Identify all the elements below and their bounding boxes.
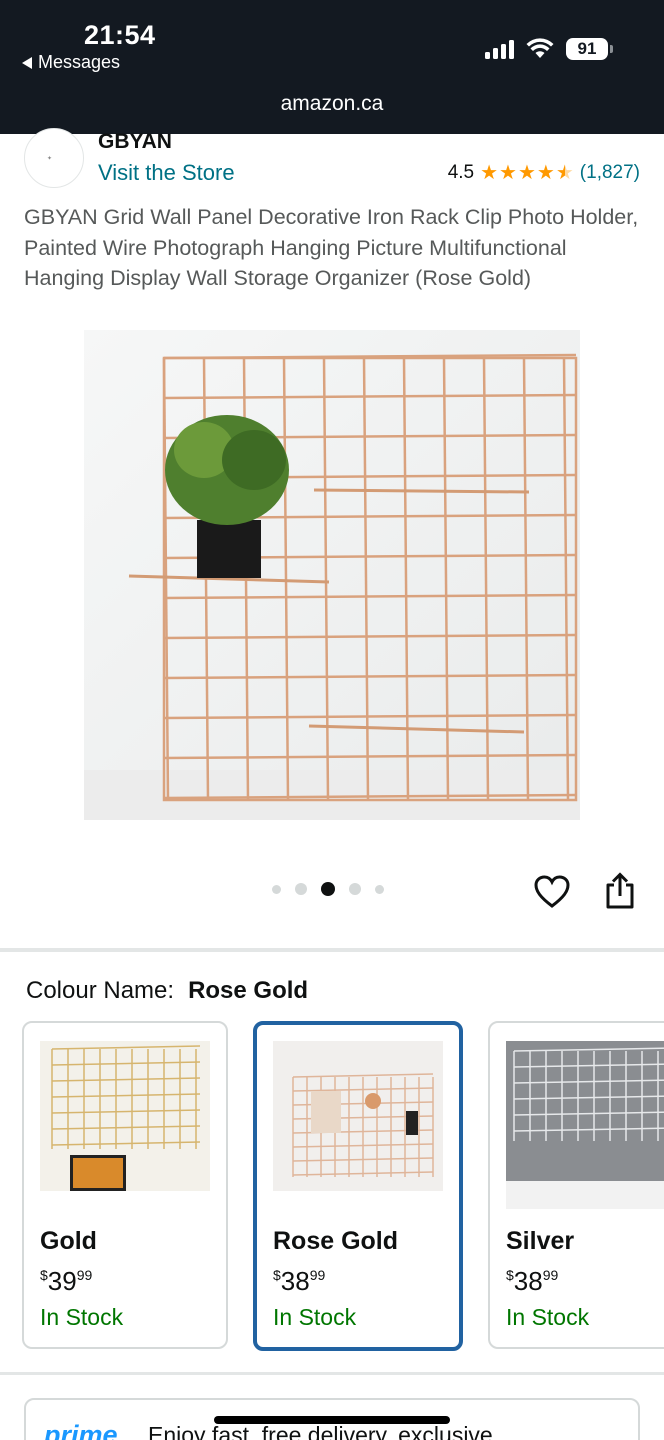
colour-swatch-silver[interactable]: Silver $3899 In Stock bbox=[488, 1021, 664, 1349]
swatch-image bbox=[40, 1041, 210, 1209]
star-rating: ★ ★ ★ ★ ★ bbox=[480, 163, 574, 183]
back-to-messages[interactable]: Messages bbox=[22, 52, 120, 73]
brand-name: GBYAN bbox=[98, 130, 172, 153]
back-triangle-icon bbox=[22, 56, 32, 69]
swatch-stock: In Stock bbox=[40, 1304, 124, 1330]
pager-dot-active[interactable] bbox=[321, 882, 335, 896]
image-pager[interactable] bbox=[272, 882, 384, 896]
swatch-name: Gold bbox=[40, 1227, 97, 1255]
product-title: GBYAN Grid Wall Panel Decorative Iron Ra… bbox=[24, 205, 639, 290]
section-divider bbox=[0, 1372, 664, 1375]
back-label: Messages bbox=[38, 52, 121, 72]
swatch-price: $3999 bbox=[40, 1266, 93, 1296]
url-bar[interactable]: amazon.ca bbox=[0, 92, 664, 116]
swatch-price: $3899 bbox=[506, 1266, 559, 1296]
swatch-name: Silver bbox=[506, 1227, 575, 1255]
swatch-image bbox=[506, 1041, 664, 1209]
rating-value: 4.5 bbox=[447, 162, 475, 183]
pager-dot[interactable] bbox=[295, 883, 307, 895]
heart-icon[interactable] bbox=[534, 874, 570, 910]
share-icon[interactable] bbox=[604, 872, 636, 910]
star-icon: ★ bbox=[517, 162, 536, 184]
star-icon: ★ bbox=[480, 162, 499, 184]
section-divider bbox=[0, 948, 664, 952]
star-icon: ★ bbox=[499, 162, 517, 184]
signal-icon bbox=[485, 39, 514, 59]
colour-swatch-gold[interactable]: Gold $3999 In Stock bbox=[22, 1021, 228, 1349]
swatch-stock: In Stock bbox=[506, 1304, 590, 1330]
colour-name-label: Colour Name: bbox=[26, 977, 175, 1004]
rating-summary[interactable]: 4.5 ★ ★ ★ ★ ★ (1,827) bbox=[448, 162, 640, 184]
swatch-name: Rose Gold bbox=[273, 1227, 399, 1255]
clock: 21:54 bbox=[84, 20, 156, 50]
product-image[interactable] bbox=[84, 330, 580, 820]
rating-count: (1,827) bbox=[579, 162, 640, 183]
swatch-price: $3899 bbox=[273, 1266, 326, 1296]
star-icon: ★ bbox=[536, 162, 555, 184]
home-indicator[interactable] bbox=[214, 1416, 450, 1424]
swatch-image bbox=[273, 1041, 443, 1209]
colour-swatch-rose-gold[interactable]: Rose Gold $3899 In Stock bbox=[253, 1021, 463, 1351]
swatch-stock: In Stock bbox=[273, 1304, 357, 1330]
battery-icon: 91 bbox=[566, 38, 613, 60]
half-star-icon: ★ bbox=[555, 162, 574, 184]
store-logo[interactable]: ✦ bbox=[24, 128, 84, 188]
pager-dot[interactable] bbox=[272, 884, 281, 894]
status-icons: 91 bbox=[485, 38, 613, 60]
prime-text: Enjoy fast, free delivery, exclusive bbox=[148, 1422, 493, 1440]
prime-logo: prime bbox=[44, 1420, 118, 1440]
status-bar: 21:54 Messages 91 amazon.ca bbox=[0, 0, 664, 134]
pager-dot[interactable] bbox=[349, 883, 361, 895]
colour-name-value: Rose Gold bbox=[188, 977, 309, 1004]
wifi-icon bbox=[526, 38, 554, 58]
colour-name-row: Colour Name: Rose Gold bbox=[26, 977, 308, 1005]
pager-dot[interactable] bbox=[375, 884, 384, 894]
visit-store-link[interactable]: Visit the Store bbox=[98, 160, 235, 186]
